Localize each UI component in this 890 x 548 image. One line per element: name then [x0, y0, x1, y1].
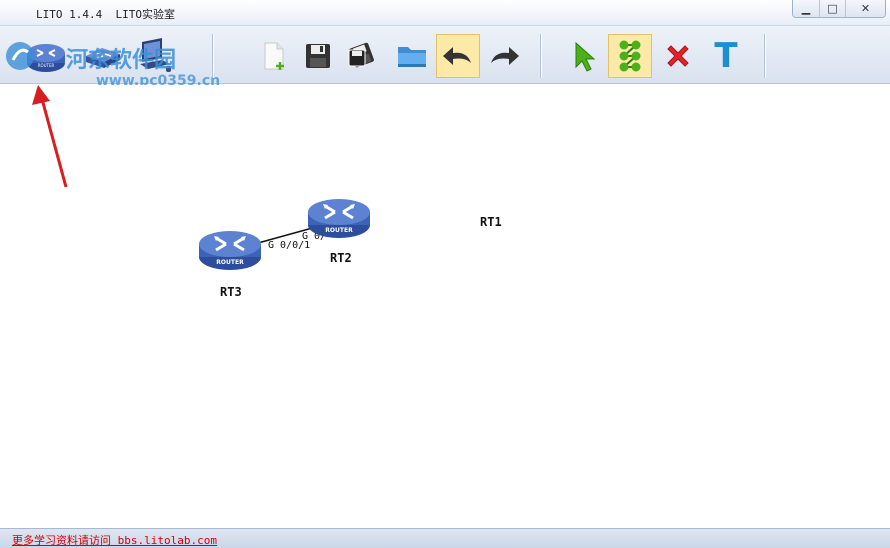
text-button[interactable]: T	[704, 34, 748, 78]
new-file-icon	[264, 42, 284, 70]
connect-button[interactable]	[608, 34, 652, 78]
redo-button[interactable]	[482, 34, 526, 78]
rt2-device-text: ROUTER	[325, 227, 353, 234]
maximize-button[interactable]: □	[819, 0, 845, 17]
window-title: LITO 1.4.4 LITO实验室	[36, 8, 175, 21]
save-icon	[306, 44, 330, 68]
forum-link[interactable]: 更多学习资料请访问 bbs.litolab.com	[12, 532, 217, 548]
link-rt3-rt2	[257, 226, 317, 244]
node-label-rt2: RT2	[330, 251, 352, 265]
node-rt3[interactable]: ROUTER	[197, 225, 263, 281]
delete-button[interactable]	[656, 34, 700, 78]
watermark-text: 河东软件园	[66, 48, 177, 73]
save-as-button[interactable]	[340, 34, 384, 78]
link-nodes-icon	[619, 40, 641, 72]
rt3-device-text: ROUTER	[216, 259, 244, 266]
window-controls: ▁ □ ✕	[792, 0, 886, 18]
open-folder-button[interactable]	[390, 34, 434, 78]
router-tool-caption: ROUTER	[38, 63, 55, 68]
status-bar: 更多学习资料请访问 bbs.litolab.com	[0, 528, 890, 548]
node-label-rt1[interactable]: RT1	[480, 215, 502, 229]
undo-button[interactable]	[436, 34, 480, 78]
router-icon: ROUTER	[199, 231, 261, 270]
text-icon: T	[714, 36, 738, 76]
toolbar-separator	[212, 34, 214, 78]
node-label-rt3: RT3	[220, 285, 242, 299]
folder-icon	[398, 47, 426, 67]
pointer-icon	[575, 41, 596, 72]
save-button[interactable]	[296, 34, 340, 78]
undo-icon	[443, 47, 471, 65]
topology-canvas[interactable]: G 0/0/1 G 0/ ROUTER RT2 ROUTER RT3 RT1	[0, 85, 890, 528]
watermark-logo-icon	[6, 42, 34, 70]
toolbar-separator	[764, 34, 766, 78]
node-rt2[interactable]: ROUTER	[306, 193, 372, 249]
title-bar: LITO 1.4.4 LITO实验室 ▁ □ ✕	[0, 0, 890, 26]
new-file-button[interactable]	[252, 34, 296, 78]
select-button[interactable]	[562, 34, 606, 78]
save-as-icon	[348, 42, 374, 68]
minimize-button[interactable]: ▁	[793, 0, 819, 17]
toolbar-separator	[540, 34, 542, 78]
delete-x-icon	[667, 45, 689, 67]
close-button[interactable]: ✕	[845, 0, 885, 17]
router-icon: ROUTER	[308, 199, 370, 238]
app-window: LITO 1.4.4 LITO实验室 ▁ □ ✕ ROUTER 河东软件园 ww…	[0, 0, 890, 548]
toolbar: ROUTER 河东软件园 www.pc0359.cn T	[0, 26, 890, 89]
redo-icon	[491, 47, 519, 65]
annotation-arrow-icon	[32, 85, 68, 188]
